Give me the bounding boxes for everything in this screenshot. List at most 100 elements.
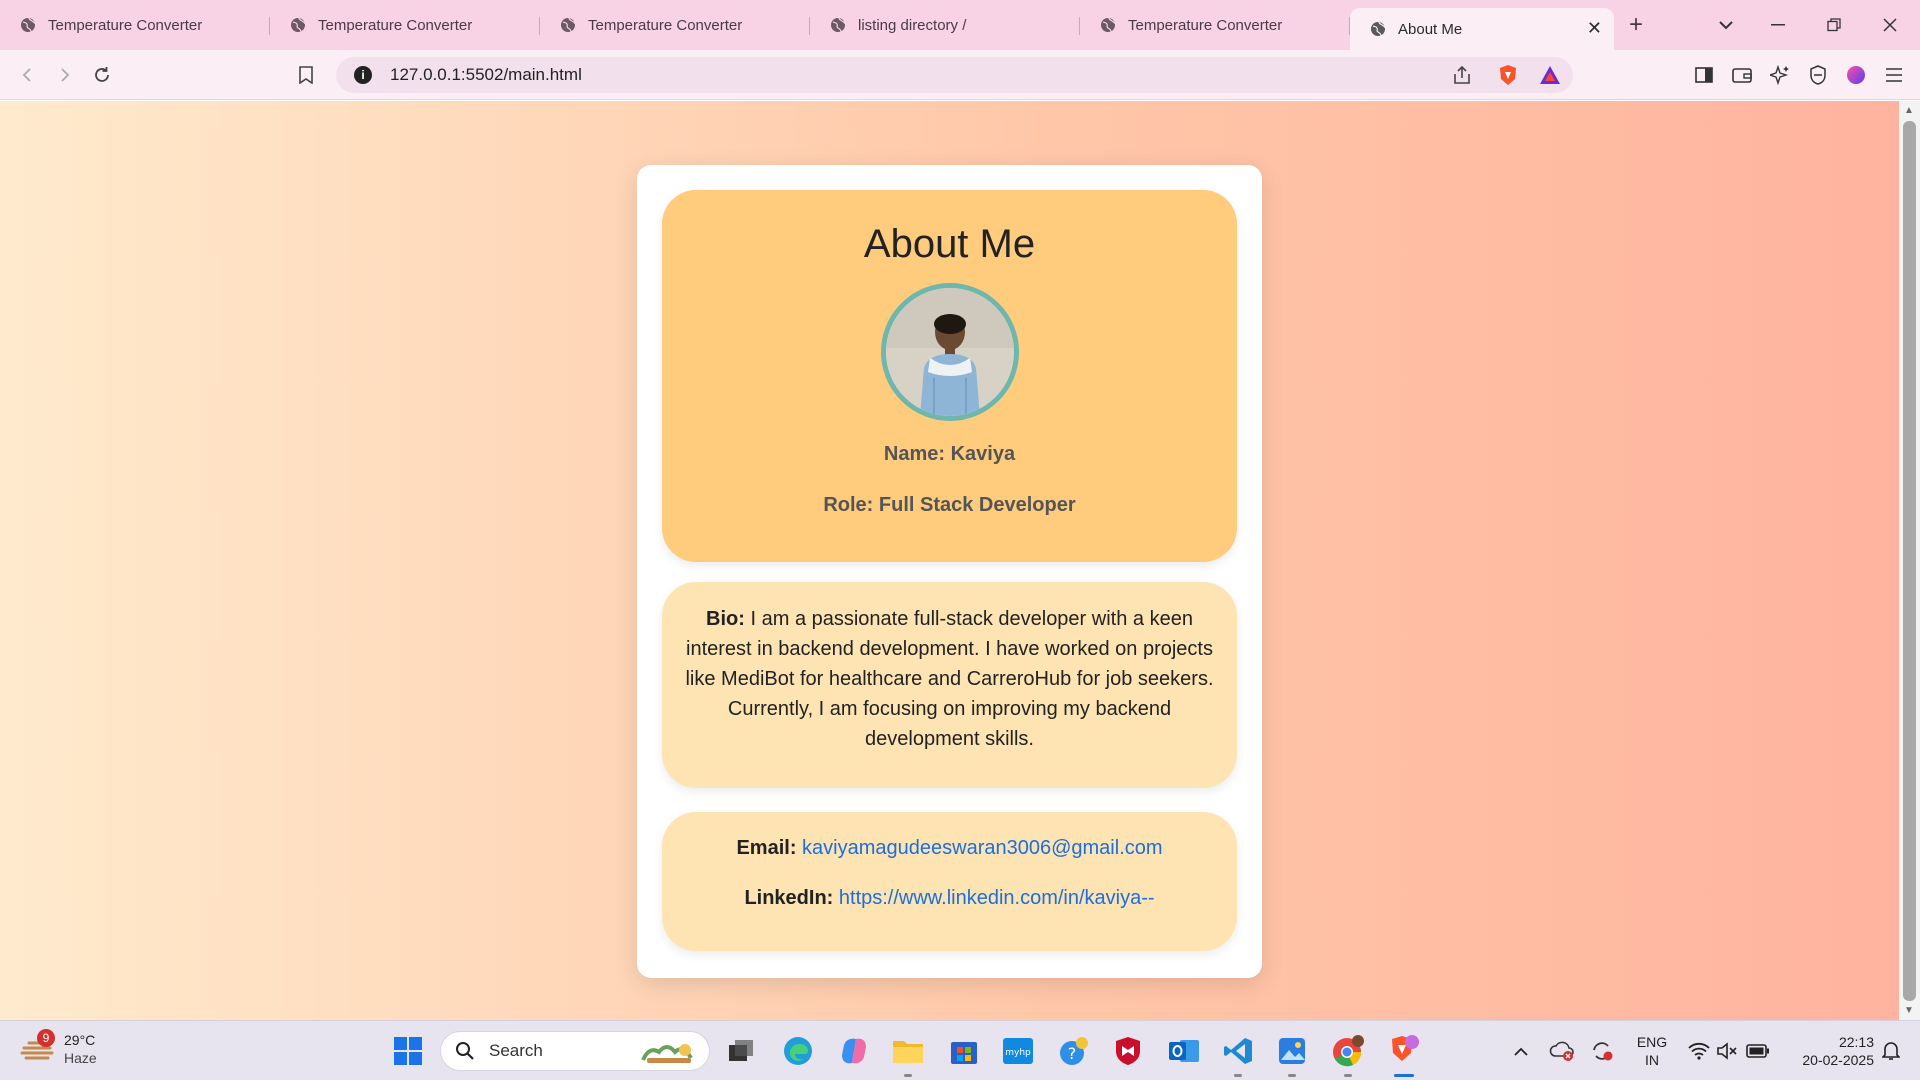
search-placeholder: Search [489,1041,543,1060]
tab-title: Temperature Converter [588,16,743,34]
volume-muted-icon[interactable] [1712,1021,1742,1080]
page-viewport: About Me Name: Kaviya Role: Full Stack D… [0,101,1899,1020]
svg-text:?: ? [1068,1044,1077,1063]
windows-icon [394,1037,422,1065]
battery-icon[interactable] [1742,1021,1774,1080]
copilot-icon[interactable] [834,1021,874,1080]
tab-about-me[interactable]: About Me ✕ [1350,8,1614,50]
globe-icon [21,17,36,33]
bio-card: Bio: I am a passionate full-stack develo… [662,582,1237,788]
tab-title: listing directory / [858,16,967,34]
restore-button[interactable] [1806,0,1862,50]
page-scrollbar[interactable]: ▲ ▼ [1899,101,1920,1020]
get-help-icon[interactable]: ? [1054,1021,1094,1080]
search-highlight-icon [641,1044,693,1063]
tab-temperature-converter-1[interactable]: Temperature Converter [0,5,270,45]
weather-icon: 9 [20,1029,55,1066]
brave-shields-icon[interactable] [1490,50,1526,100]
running-indicator [1344,1074,1352,1077]
task-view-icon[interactable] [724,1021,758,1080]
brave-browser-icon[interactable] [1384,1021,1424,1080]
region-code: IN [1645,1052,1659,1068]
address-bar[interactable]: i 127.0.0.1:5502/main.html [336,57,1573,93]
search-icon [456,1042,474,1060]
notifications-bell-icon[interactable] [1874,1021,1908,1080]
microsoft-store-icon[interactable] [944,1021,984,1080]
date-text: 20-02-2025 [1802,1052,1874,1068]
svg-text:myhp: myhp [1005,1048,1031,1058]
close-window-button[interactable] [1862,0,1918,50]
sidebar-icon[interactable] [1686,50,1722,100]
temperature-text: 29°C [64,1032,96,1048]
wifi-icon[interactable] [1684,1021,1714,1080]
edge-icon[interactable] [778,1021,818,1080]
scrollbar-thumb[interactable] [1903,121,1916,1001]
tab-temperature-converter-2[interactable]: Temperature Converter [270,5,540,45]
weather-widget[interactable]: 9 29°C Haze [20,1029,97,1067]
page-title: About Me [863,222,1036,266]
taskbar-search[interactable]: Search [440,1031,710,1071]
reload-button[interactable] [82,50,122,100]
globe-icon [291,17,306,33]
tab-title: Temperature Converter [48,16,203,34]
clock[interactable]: 22:13 20-02-2025 [1782,1021,1874,1080]
back-button[interactable] [8,50,48,100]
wallet-icon[interactable] [1724,50,1760,100]
forward-button[interactable] [44,50,84,100]
running-indicator [1234,1074,1242,1077]
tab-search-chevron-icon[interactable] [1698,0,1754,50]
bookmark-icon[interactable] [286,50,326,100]
myhp-icon[interactable]: myhp [998,1021,1038,1080]
start-button[interactable] [388,1021,428,1080]
scroll-down-icon[interactable]: ▼ [1904,1005,1914,1016]
name-text: Name: Kaviya [883,443,1016,465]
profile-avatar-icon[interactable] [1838,50,1874,100]
mcafee-icon[interactable] [1108,1021,1148,1080]
taskbar: 9 29°C Haze Search myhp ? ENG IN 22:13 2… [0,1020,1920,1080]
email-link[interactable]: kaviyamagudeeswaran3006@gmail.com [802,837,1163,859]
bio-text: I am a passionate full-stack developer w… [685,608,1214,750]
weather-condition: Haze [64,1050,97,1066]
site-info-icon[interactable]: i [354,66,372,84]
active-indicator [1394,1074,1414,1077]
weather-badge: 9 [37,1029,55,1047]
share-icon[interactable] [1444,50,1480,100]
bio-label: Bio: [706,608,745,630]
tab-title: About Me [1398,20,1463,38]
sync-icon[interactable] [1586,1021,1618,1080]
globe-icon [1371,21,1386,37]
menu-icon[interactable] [1876,50,1912,100]
scroll-up-icon[interactable]: ▲ [1904,105,1914,116]
onedrive-error-icon[interactable] [1546,1021,1578,1080]
new-tab-button[interactable]: + [1614,5,1658,45]
file-explorer-icon[interactable] [888,1021,928,1080]
globe-icon [831,17,846,33]
language-code: ENG [1636,1034,1668,1050]
vscode-icon[interactable] [1218,1021,1258,1080]
email-label: Email: [736,837,797,859]
tab-temperature-converter-4[interactable]: Temperature Converter [1080,5,1350,45]
outlook-icon[interactable] [1164,1021,1204,1080]
brave-rewards-icon[interactable] [1532,50,1568,100]
time-text: 22:13 [1838,1034,1874,1050]
navigation-bar: i 127.0.0.1:5502/main.html [0,50,1920,100]
linkedin-link[interactable]: https://www.linkedin.com/in/kaviya-- [839,887,1155,909]
about-container: About Me Name: Kaviya Role: Full Stack D… [637,165,1262,978]
email-row: Email: kaviyamagudeeswaran3006@gmail.com [662,834,1237,862]
tab-title: Temperature Converter [318,16,473,34]
minimize-button[interactable] [1750,0,1806,50]
photos-icon[interactable] [1272,1021,1312,1080]
tab-temperature-converter-3[interactable]: Temperature Converter [540,5,810,45]
leo-ai-icon[interactable] [1762,50,1798,100]
url-text[interactable]: 127.0.0.1:5502/main.html [390,65,582,85]
close-tab-icon[interactable]: ✕ [1587,18,1602,39]
language-indicator[interactable]: ENG IN [1626,1021,1678,1080]
avatar [880,283,1019,421]
tab-listing-directory[interactable]: listing directory / [810,5,1080,45]
chrome-icon[interactable] [1328,1021,1368,1080]
running-indicator [904,1074,912,1077]
show-hidden-icons-chevron[interactable] [1506,1021,1536,1080]
linkedin-row: LinkedIn: https://www.linkedin.com/in/ka… [662,884,1237,912]
vpn-shield-icon[interactable] [1800,50,1836,100]
contact-card: Email: kaviyamagudeeswaran3006@gmail.com… [662,812,1237,951]
